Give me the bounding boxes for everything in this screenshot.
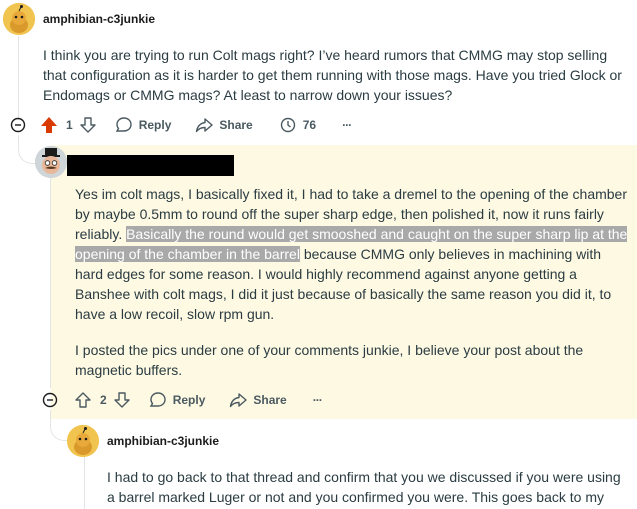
thread-line <box>18 36 19 120</box>
award-icon <box>279 116 297 134</box>
more-options-button[interactable]: ··· <box>313 393 323 407</box>
thread-line <box>84 456 85 509</box>
vote-count: 1 <box>66 118 73 132</box>
avatar[interactable] <box>67 425 99 457</box>
author-redaction <box>67 155 234 176</box>
comment-icon <box>115 116 133 134</box>
share-label: Share <box>253 393 287 407</box>
upvote-icon[interactable] <box>74 391 92 409</box>
flair-redaction <box>164 10 224 30</box>
snoo-avatar-icon <box>67 425 99 457</box>
gentleman-avatar-icon <box>35 146 67 178</box>
share-icon <box>229 391 248 409</box>
award-button[interactable]: 76 <box>279 116 316 134</box>
comment-body: Yes im colt mags, I basically fixed it, … <box>75 184 631 380</box>
thread-connector <box>18 135 35 164</box>
share-button[interactable]: Share <box>229 391 287 409</box>
vote-count: 2 <box>100 393 107 407</box>
comment-actions: 2 Reply Share ··· <box>42 388 323 412</box>
share-icon <box>195 116 214 134</box>
more-options-button[interactable]: ··· <box>342 118 352 132</box>
downvote-icon[interactable] <box>79 116 97 134</box>
body-paragraph: I posted the pics under one of your comm… <box>75 342 584 378</box>
reply-button[interactable]: Reply <box>149 391 206 409</box>
share-label: Share <box>219 118 253 132</box>
downvote-icon[interactable] <box>113 391 131 409</box>
snoo-avatar-icon <box>3 3 35 35</box>
share-button[interactable]: Share <box>195 116 253 134</box>
collapse-icon[interactable] <box>10 117 26 133</box>
flair-redaction <box>227 432 289 452</box>
award-count: 76 <box>302 118 317 132</box>
avatar[interactable] <box>35 146 67 178</box>
comment-body: I had to go back to that thread and conf… <box>107 469 621 505</box>
collapse-icon[interactable] <box>42 392 58 408</box>
upvote-icon[interactable] <box>40 116 58 134</box>
avatar[interactable] <box>3 3 35 35</box>
reply-label: Reply <box>172 393 206 407</box>
comment-actions: 1 Reply Share 76 ··· <box>10 113 352 137</box>
comment-icon <box>149 391 167 409</box>
comment-author[interactable]: amphibian-c3junkie <box>43 12 155 26</box>
reply-label: Reply <box>138 118 172 132</box>
comment-body: I think you are trying to run Colt mags … <box>43 47 622 103</box>
comment-author[interactable]: amphibian-c3junkie <box>107 434 219 448</box>
reply-button[interactable]: Reply <box>115 116 172 134</box>
